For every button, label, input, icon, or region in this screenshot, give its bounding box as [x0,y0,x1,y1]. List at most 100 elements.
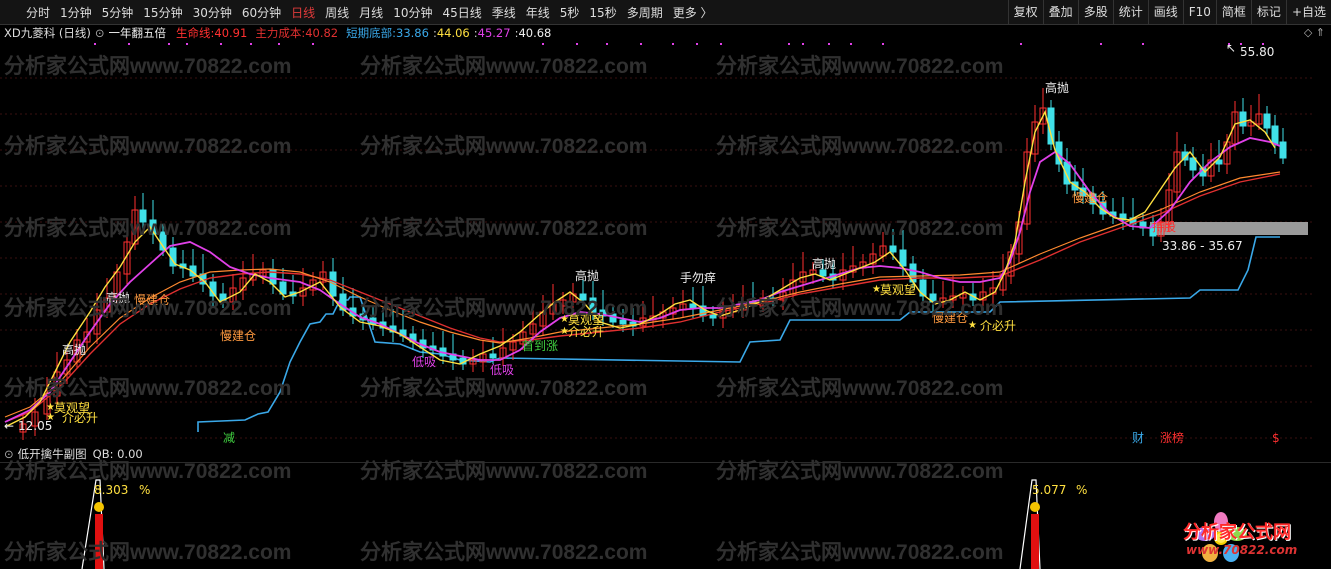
candle-body [1263,113,1271,129]
signal-dot [1100,43,1102,45]
tool-button-8[interactable]: +自选 [1285,0,1331,24]
signal-dot [850,43,852,45]
sub-value-left: 8.303 [94,483,128,497]
signal-dot [312,43,314,45]
period-tab-8[interactable]: 月线 [355,4,389,21]
dollar-label: $ [1272,431,1280,444]
signal-dot [720,43,722,45]
signal-dot [250,43,252,45]
signal-dot [168,43,170,45]
signal-dot [788,43,790,45]
candle-body [619,319,627,325]
high-price-label: 55.80 [1240,45,1274,59]
tool-button-0[interactable]: 复权 [1007,0,1043,24]
ma-red-line [4,173,1281,423]
sub-bar-right [1031,514,1039,569]
candle-body [579,293,587,301]
signal-dot [576,43,578,45]
tool-list: 复权 叠加 多股 统计 画线 F10 简框 标记 +自选 [1007,0,1331,24]
period-tab-11[interactable]: 季线 [488,4,522,21]
stock-title: XD九菱科 (日线) [4,26,91,40]
sub-qb-value: QB: 0.00 [92,447,143,461]
period-tab-0[interactable]: 分时 [22,4,56,21]
dont-chase-label: 手勿痒 [680,270,716,285]
sub-dropdown-icon[interactable]: ⊙ [4,447,14,461]
short-bottom-label: 短期底部: [346,26,397,40]
smile-icon-left [94,502,104,512]
signal-dot [640,43,642,45]
tool-button-3[interactable]: 统计 [1112,0,1148,24]
high-throw-label-4: 高抛 [812,256,836,271]
period-tab-1[interactable]: 1分钟 [56,4,98,21]
sub-value-right: 5.077 [1032,483,1066,497]
main-cost-value: 40.82 [305,26,339,40]
signal-dot [1142,43,1144,45]
sub-bar-left [95,514,103,569]
short-bottom-value: 33.86 [396,26,429,40]
sub-unit-right: % [1076,483,1087,497]
range-label: 33.86 - 35.67 [1162,239,1243,253]
period-tab-6[interactable]: 日线 [287,4,321,21]
period-tab-12[interactable]: 年线 [522,4,556,21]
tool-button-5[interactable]: F10 [1182,0,1216,24]
candle-body [139,209,147,223]
tool-button-4[interactable]: 画线 [1147,0,1183,24]
intervene-label-2: 介必升 [568,325,604,339]
candle-body [899,249,907,267]
candle-body [489,353,497,359]
period-tab-5[interactable]: 60分钟 [238,4,287,21]
indicator-name[interactable]: 一年翻五倍 [109,25,167,41]
value-yellow: 44.06 [436,26,470,40]
period-tab-15[interactable]: 多周期 [623,4,669,21]
period-tab-14[interactable]: 15秒 [585,4,622,21]
logo-name: 分析家公式网 [1183,522,1291,543]
tool-button-7[interactable]: 标记 [1250,0,1286,24]
high-throw-label-3: 高抛 [575,268,599,283]
candle-body [1279,141,1287,159]
period-tab-10[interactable]: 45日线 [438,4,487,21]
main-cost-label: 主力成本: [255,26,306,40]
sub-title-row: ⊙ 低开擒牛副图 QB: 0.00 [0,446,143,462]
star-icon: ★ [560,314,569,325]
cai-label: 财 [1132,431,1144,444]
intervene-label-1: 介必升 [62,411,98,425]
indicator-dropdown-icon[interactable]: ⊙ [95,26,105,40]
tool-button-1[interactable]: 叠加 [1042,0,1078,24]
signal-dot [696,43,698,45]
slow-build-label-1: 慢建仓 [134,293,170,307]
slow-build-label-2: 慢建仓 [220,329,256,343]
period-toolbar: 分时 1分钟 5分钟 15分钟 30分钟 60分钟 日线 周线 月线 10分钟 45日线 季线 年线 5秒… [0,0,1331,25]
signal-dot [220,43,222,45]
low-suck-label-1: 低吸 [412,355,436,369]
period-tab-9[interactable]: 10分钟 [389,4,438,21]
main-title-row: XD九菱科 (日线) ⊙ 一年翻五倍 生命线: 40.91 主力成本: 40.8… [0,24,1331,42]
period-tab-2[interactable]: 5分钟 [98,4,140,21]
high-throw-label-1: 高抛 [62,342,86,357]
signal-dot [186,43,188,45]
candle-body [689,303,697,309]
arrow-high-icon: ↖ [1226,42,1236,55]
intervene-label-3: 介必升 [980,319,1016,333]
star-icon: ★ [560,326,569,337]
tool-button-6[interactable]: 简框 [1215,0,1251,24]
candle-body [1239,111,1247,127]
smile-icon-right [1030,502,1040,512]
main-kline-chart[interactable]: 55.8012.0533.86 - 35.67持股高抛高抛高抛高抛高抛慢建仓慢建… [0,42,1331,444]
star-icon: ★ [46,412,55,423]
period-tab-16[interactable]: 更多 〉 [669,4,719,21]
slow-build-label-4: 慢建仓 [1072,191,1108,205]
candle-body [1271,125,1279,145]
panel-control-icons[interactable]: ◇ ⇑ [1304,26,1325,39]
signal-dot [606,43,608,45]
sub-indicator-name[interactable]: 低开擒牛副图 [18,446,87,462]
life-line-label: 生命线: [176,26,215,40]
candle-body [609,313,617,323]
candle-body [589,297,597,313]
tool-button-2[interactable]: 多股 [1077,0,1113,24]
period-tab-3[interactable]: 15分钟 [139,4,188,21]
period-tab-4[interactable]: 30分钟 [189,4,238,21]
hold-label: 持股 [1152,219,1176,234]
period-tab-13[interactable]: 5秒 [556,4,586,21]
period-tab-7[interactable]: 周线 [321,4,355,21]
low-suck-label-2: 低吸 [490,363,514,377]
